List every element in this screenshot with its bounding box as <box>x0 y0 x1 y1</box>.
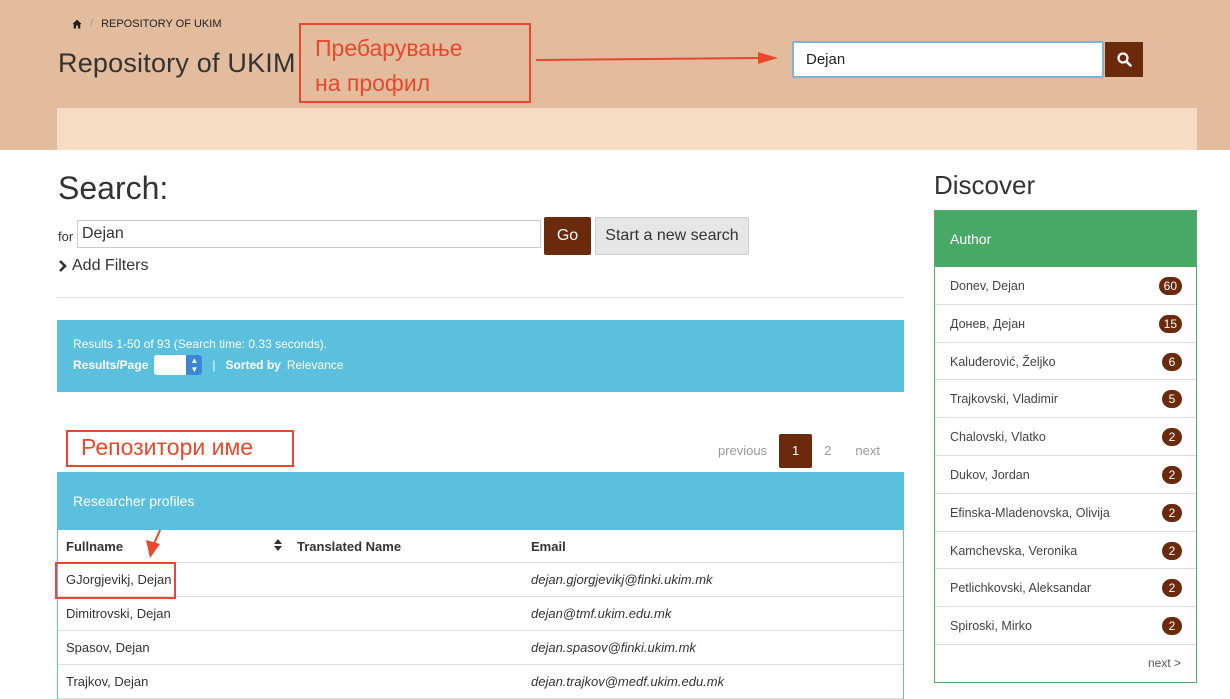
sorted-by-value[interactable]: Relevance <box>287 358 344 372</box>
results-summary: Results 1-50 of 93 (Search time: 0.33 se… <box>73 337 328 351</box>
search-icon <box>1116 52 1132 67</box>
results-per-page-select[interactable]: ▲ ▼ <box>154 355 203 375</box>
pagination-page-2[interactable]: 2 <box>812 434 843 468</box>
pagination: previous 1 2 next <box>706 434 892 468</box>
annotation-text: на профил <box>315 70 431 96</box>
table-row: GJorgjevikj, Dejan dejan.gjorgjevikj@fin… <box>58 563 903 597</box>
separator: | <box>212 358 216 372</box>
count-badge: 15 <box>1158 314 1182 333</box>
chevron-right-icon <box>59 260 67 272</box>
query-input[interactable]: Dejan <box>77 220 541 248</box>
count-badge: 2 <box>1162 503 1182 522</box>
subnav-bar <box>57 108 1197 150</box>
facet-item-label: Efinska-Mladenovska, Olivija <box>950 505 1110 520</box>
breadcrumb-separator: / <box>90 18 94 30</box>
facet-title: Author <box>935 211 1196 267</box>
results-per-page-label: Results/Page <box>73 358 149 372</box>
facet-item[interactable]: Chalovski, Vlatko 2 <box>935 418 1196 456</box>
pagination-next[interactable]: next <box>843 434 892 468</box>
discover-heading: Discover <box>934 170 1036 200</box>
site-header: / REPOSITORY OF UKIM Repository of UKIM … <box>0 0 1230 150</box>
facet-item-label: Донев, Дејан <box>950 316 1026 331</box>
column-translated-name[interactable]: Translated Name <box>297 539 401 554</box>
count-badge: 60 <box>1158 277 1182 295</box>
go-button[interactable]: Go <box>544 217 591 255</box>
breadcrumb-current: REPOSITORY OF UKIM <box>101 18 222 30</box>
facet-item-label: Chalovski, Vlatko <box>950 430 1046 445</box>
profile-fullname[interactable]: Dimitrovski, Dejan <box>66 606 171 621</box>
facet-item[interactable]: Trajkovski, Vladimir 5 <box>935 380 1196 419</box>
results-info-panel: Results 1-50 of 93 (Search time: 0.33 se… <box>57 320 904 392</box>
table-row: Dimitrovski, Dejan dejan@tmf.ukim.edu.mk <box>58 597 903 631</box>
annotation-highlight-box <box>55 562 176 599</box>
home-icon[interactable] <box>72 19 82 29</box>
column-fullname[interactable]: Fullname <box>66 539 123 554</box>
facet-item-label: Trajkovski, Vladimir <box>950 392 1058 407</box>
facet-item[interactable]: Efinska-Mladenovska, Olivija 2 <box>935 494 1196 532</box>
facet-item[interactable]: Donev, Dejan 60 <box>935 267 1196 305</box>
facet-item-label: Dukov, Jordan <box>950 467 1030 482</box>
annotation-text: Пребарување <box>315 35 463 61</box>
author-facet-panel: Author Donev, Dejan 60 Донев, Дејан 15 Kal… <box>934 210 1197 683</box>
breadcrumb: / REPOSITORY OF UKIM <box>72 18 221 30</box>
annotation-repository-name: Репозитори име <box>66 430 294 467</box>
profile-fullname[interactable]: Spasov, Dejan <box>66 640 150 655</box>
facet-item-label: Petlichkovski, Aleksandar <box>950 581 1092 596</box>
facet-item[interactable]: Dukov, Jordan 2 <box>935 456 1196 494</box>
count-badge: 5 <box>1162 390 1182 409</box>
facet-next-link[interactable]: next > <box>1148 656 1181 670</box>
facet-item-label: Spiroski, Mirko <box>950 619 1032 634</box>
table-row: Trajkov, Dejan dejan.trajkov@medf.ukim.e… <box>58 665 903 699</box>
annotation-profile-search: Пребарување на профил <box>299 23 531 103</box>
count-badge: 2 <box>1162 428 1182 447</box>
start-new-search-button[interactable]: Start a new search <box>595 217 749 255</box>
select-arrows-icon: ▲ ▼ <box>186 355 203 375</box>
column-email[interactable]: Email <box>531 539 566 554</box>
profile-email: dejan.trajkov@medf.ukim.edu.mk <box>531 674 725 689</box>
facet-item-label: Donev, Dejan <box>950 279 1025 293</box>
table-header: Fullname Translated Name Email <box>58 530 903 563</box>
header-search-input[interactable]: Dejan <box>792 41 1104 78</box>
add-filters-toggle[interactable]: Add Filters <box>58 257 148 275</box>
count-badge: 6 <box>1162 352 1182 371</box>
count-badge: 2 <box>1162 617 1182 636</box>
sorted-by-label: Sorted by <box>225 358 281 372</box>
annotation-arrow <box>536 52 778 64</box>
researcher-profiles-panel: Researcher profiles Fullname Translated … <box>57 472 904 699</box>
pagination-page-1[interactable]: 1 <box>779 434 813 468</box>
profiles-heading: Researcher profiles <box>58 473 903 530</box>
pagination-previous[interactable]: previous <box>706 434 779 468</box>
count-badge: 2 <box>1162 541 1182 560</box>
search-heading: Search: <box>58 170 169 206</box>
count-badge: 2 <box>1162 579 1182 598</box>
for-label: for <box>58 229 74 244</box>
facet-item-label: Kaluđerović, Željko <box>950 354 1056 369</box>
profile-email: dejan@tmf.ukim.edu.mk <box>531 606 672 621</box>
facet-item-label: Kamchevska, Veronika <box>950 543 1078 558</box>
profile-email: dejan.gjorgjevikj@finki.ukim.mk <box>531 572 713 587</box>
header-search-button[interactable] <box>1105 42 1143 77</box>
add-filters-label: Add Filters <box>72 257 149 274</box>
facet-item[interactable]: Spiroski, Mirko 2 <box>935 607 1196 645</box>
facet-item[interactable]: Донев, Дејан 15 <box>935 305 1196 343</box>
divider <box>57 297 904 298</box>
facet-item[interactable]: Kamchevska, Veronika 2 <box>935 532 1196 570</box>
site-title[interactable]: Repository of UKIM <box>58 48 296 79</box>
sort-icon[interactable] <box>273 538 283 552</box>
profile-email: dejan.spasov@finki.ukim.mk <box>531 640 696 655</box>
table-row: Spasov, Dejan dejan.spasov@finki.ukim.mk <box>58 631 903 665</box>
profile-fullname[interactable]: Trajkov, Dejan <box>66 674 148 689</box>
facet-item[interactable]: Kaluđerović, Željko 6 <box>935 343 1196 381</box>
count-badge: 2 <box>1162 465 1182 484</box>
facet-item[interactable]: Petlichkovski, Aleksandar 2 <box>935 569 1196 608</box>
